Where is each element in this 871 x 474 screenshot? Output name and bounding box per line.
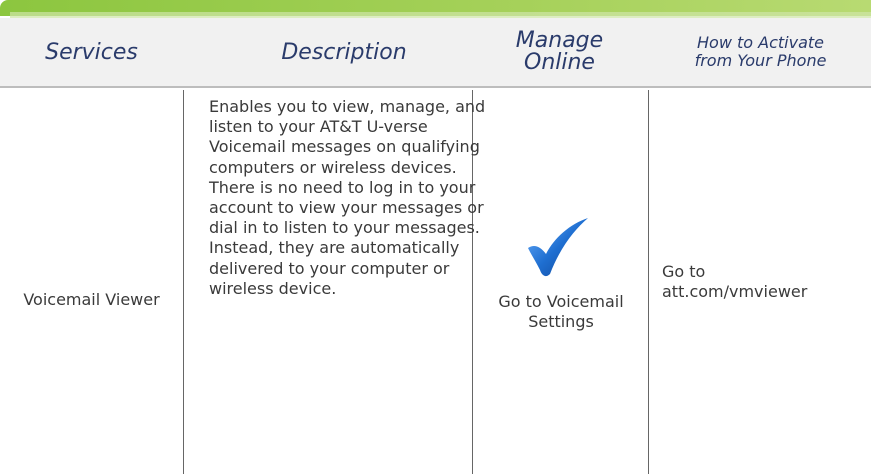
cell-service: Voicemail Viewer: [0, 90, 183, 474]
header-activate-line2: from Your Phone: [694, 51, 827, 70]
header-manage-online-line1: Manage: [515, 28, 604, 53]
header-manage-online-line2: Online: [524, 50, 595, 75]
service-name: Voicemail Viewer: [23, 289, 160, 309]
activate-link-text: att.com/vmviewer: [662, 282, 808, 302]
cell-how-to-activate: Go to att.com/vmviewer: [662, 90, 862, 474]
manage-online-text: Go to Voicemail Settings: [498, 292, 624, 332]
cell-manage-online: Go to Voicemail Settings: [474, 90, 648, 474]
column-divider-3: [648, 90, 649, 474]
cell-description: Enables you to view, manage, and listen …: [209, 97, 486, 298]
header-services: Services: [45, 39, 138, 65]
checkmark-icon: [528, 218, 588, 277]
header-description: Description: [281, 39, 407, 65]
header-activate-line1: How to Activate: [697, 33, 824, 52]
column-divider-1: [183, 90, 184, 474]
header-divider: [0, 86, 871, 88]
activate-line1: Go to: [662, 262, 706, 281]
header-how-to-activate: How to Activate from Your Phone: [650, 18, 871, 86]
header-manage-online: Manage Online: [472, 18, 647, 86]
